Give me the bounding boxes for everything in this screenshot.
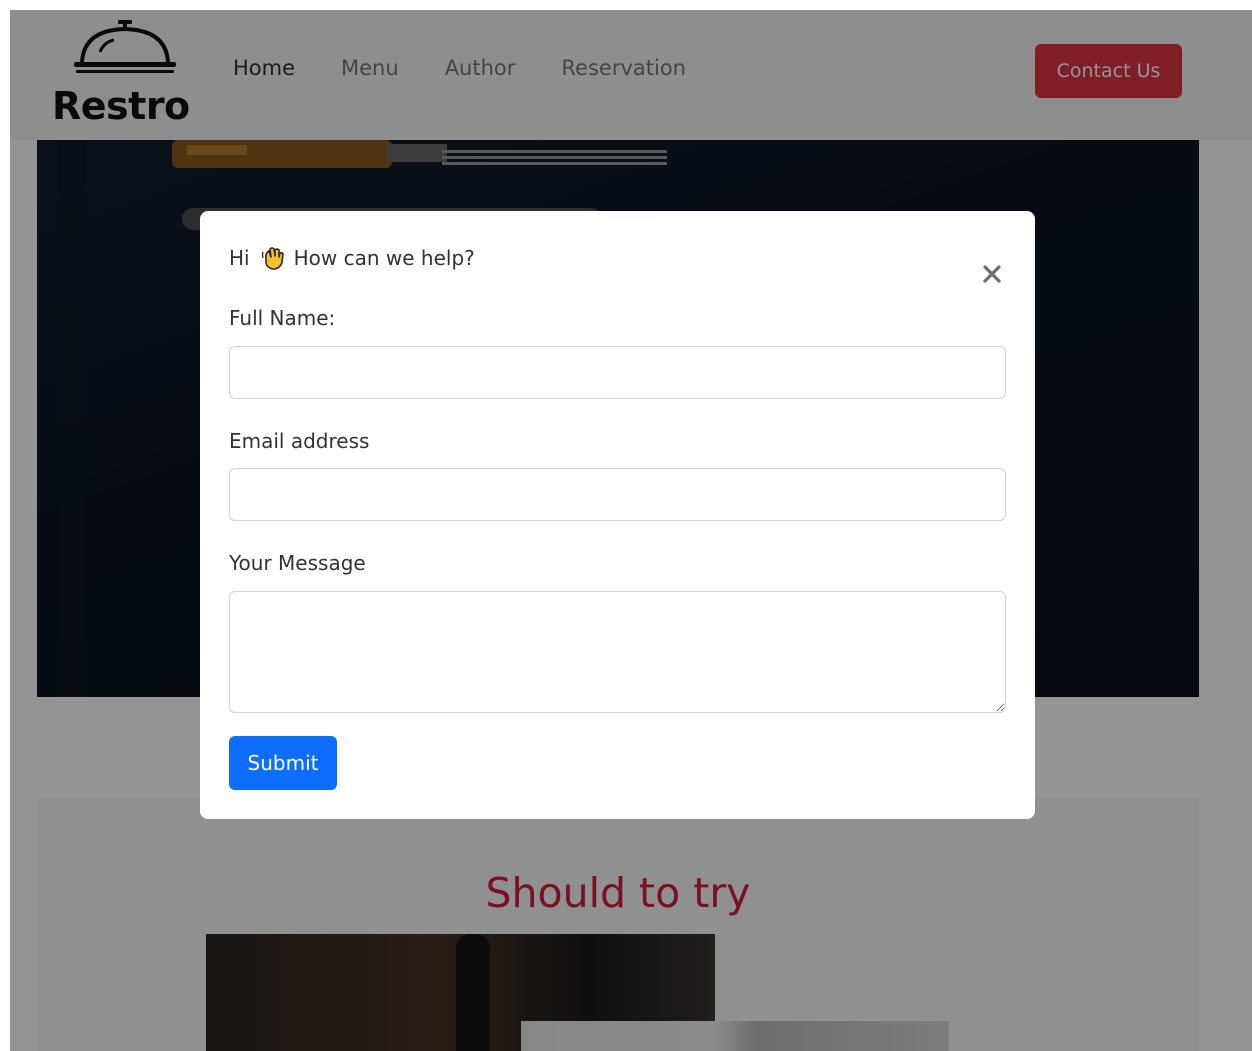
contact-modal: Hi How can we help? Full Name: Email add… [200,211,1035,819]
message-textarea[interactable] [229,591,1006,713]
email-label: Email address [229,429,370,453]
full-name-label: Full Name: [229,306,336,330]
greeting-text: How can we help? [293,246,475,270]
page: Restro Home Menu Author Reservation Cont… [10,10,1252,1051]
close-icon [983,265,1001,283]
close-button[interactable] [979,261,1005,287]
submit-button[interactable]: Submit [229,736,337,790]
email-input[interactable] [229,468,1006,521]
message-label: Your Message [229,551,366,575]
greeting-prefix: Hi [229,246,250,270]
full-name-input[interactable] [229,346,1006,399]
waving-hand-icon [261,247,284,270]
modal-title: Hi How can we help? [229,245,475,271]
